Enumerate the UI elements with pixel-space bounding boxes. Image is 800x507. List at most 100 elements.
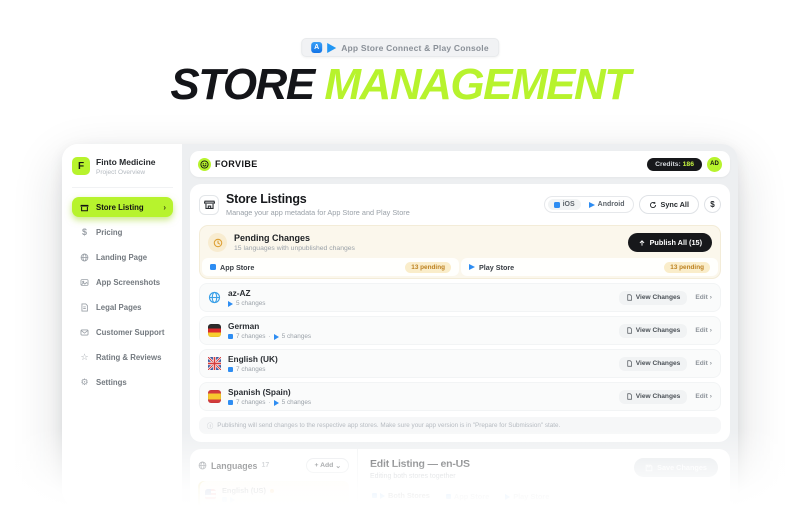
apple-changes: 7 changes xyxy=(236,399,266,406)
app-store-icon xyxy=(372,493,377,498)
sidebar-item-pricing[interactable]: $ Pricing xyxy=(72,222,173,242)
image-icon xyxy=(79,278,90,287)
view-changes-button[interactable]: View Changes xyxy=(619,357,688,371)
language-name: Spanish (Spain) xyxy=(228,387,311,397)
language-name: English (UK) xyxy=(228,354,278,364)
brand[interactable]: FORVIBE xyxy=(198,158,258,171)
sidebar-item-label: Pricing xyxy=(96,228,122,237)
app-store-icon xyxy=(228,334,233,339)
view-changes-label: View Changes xyxy=(636,393,681,400)
google-play-icon xyxy=(469,264,475,270)
tab-both-stores[interactable]: Both Stores xyxy=(372,491,430,507)
publish-all-label: Publish All (15) xyxy=(650,238,702,247)
stores-badge: A App Store Connect & Play Console xyxy=(301,38,499,57)
publishing-note-text: Publishing will send changes to the resp… xyxy=(217,422,560,429)
us-flag-icon xyxy=(205,489,216,500)
edit-link[interactable]: Edit › xyxy=(695,294,712,301)
save-changes-button[interactable]: Save Changes xyxy=(634,458,718,477)
view-changes-button[interactable]: View Changes xyxy=(619,291,688,305)
edit-link[interactable]: Edit › xyxy=(695,393,712,400)
play-changes: 5 changes xyxy=(282,333,312,340)
chevron-right-icon: › xyxy=(163,203,166,212)
unsaved-dot-icon xyxy=(270,489,274,493)
publish-all-button[interactable]: Publish All (15) xyxy=(628,233,712,252)
storefront-icon xyxy=(79,203,90,212)
document-icon xyxy=(626,327,633,334)
page-title: STORE MANAGEMENT xyxy=(0,60,800,110)
sidebar-item-label: App Screenshots xyxy=(96,278,160,287)
panel-subtitle: Manage your app metadata for App Store a… xyxy=(226,208,410,217)
app-store-icon xyxy=(446,494,451,499)
platform-toggle-ios[interactable]: iOS xyxy=(548,199,581,210)
sidebar-item-customer-support[interactable]: Customer Support xyxy=(72,322,173,342)
play-changes: 5 changes xyxy=(236,300,266,307)
pending-changes-card: Pending Changes 15 languages with unpubl… xyxy=(199,225,721,279)
publishing-note: ⓘ Publishing will send changes to the re… xyxy=(199,417,721,434)
gear-icon: ⚙ xyxy=(79,378,90,387)
document-icon xyxy=(79,303,90,312)
chevron-down-icon: ⌄ xyxy=(335,462,341,470)
panel-title: Store Listings xyxy=(226,192,410,206)
sidebar-item-label: Rating & Reviews xyxy=(96,353,161,362)
sidebar-item-settings[interactable]: ⚙ Settings xyxy=(72,372,173,392)
sidebar-item-app-screenshots[interactable]: App Screenshots xyxy=(72,272,173,292)
avatar[interactable]: AD xyxy=(707,157,722,172)
language-row-spanish: Spanish (Spain) 7 changes · 5 changes Vi… xyxy=(199,382,721,411)
sidebar-item-rating-reviews[interactable]: ☆ Rating & Reviews xyxy=(72,347,173,367)
uk-flag-icon xyxy=(208,357,221,370)
platform-android-label: Android xyxy=(598,201,625,208)
app-store-icon xyxy=(222,497,227,502)
refresh-icon xyxy=(649,201,657,209)
project-switcher[interactable]: F Finto Medicine Project Overview xyxy=(72,157,173,176)
currency-button[interactable]: $ xyxy=(704,196,721,213)
apple-changes: 7 changes xyxy=(236,366,266,373)
edit-link[interactable]: Edit › xyxy=(695,360,712,367)
pending-store-appstore: App Store 13 pending xyxy=(202,258,459,276)
google-play-icon xyxy=(228,301,233,307)
view-changes-button[interactable]: View Changes xyxy=(619,390,688,404)
languages-count: 17 xyxy=(261,462,269,469)
google-play-icon xyxy=(274,400,279,406)
brand-name: FORVIBE xyxy=(215,159,258,169)
sidebar-item-store-listing[interactable]: Store Listing › xyxy=(72,197,173,217)
spain-flag-icon xyxy=(208,390,221,403)
pending-count-badge: 13 pending xyxy=(664,262,710,273)
page-title-dark: STORE xyxy=(170,60,313,109)
credits-value: 186 xyxy=(683,161,694,168)
sidebar-item-label: Store Listing xyxy=(96,203,144,212)
languages-title: Languages xyxy=(211,461,257,471)
pending-subtitle: 15 languages with unpublished changes xyxy=(234,245,355,252)
save-icon xyxy=(645,464,653,472)
main-area: FORVIBE Credits: 186 AD Store Listings M… xyxy=(182,144,738,507)
sidebar-item-landing-page[interactable]: Landing Page xyxy=(72,247,173,267)
tab-label: Both Stores xyxy=(388,491,430,500)
project-name: Finto Medicine xyxy=(96,157,156,167)
platform-toggle-android[interactable]: Android xyxy=(583,199,631,210)
platform-toggle: iOS Android xyxy=(544,196,635,213)
language-row-english-uk: English (UK) 7 changes View Changes Edit… xyxy=(199,349,721,378)
platform-ios-label: iOS xyxy=(563,201,575,208)
play-changes: 5 changes xyxy=(282,399,312,406)
add-language-button[interactable]: + Add ⌄ xyxy=(306,458,349,473)
view-changes-button[interactable]: View Changes xyxy=(619,324,688,338)
store-listings-panel: Store Listings Manage your app metadata … xyxy=(190,184,730,442)
sidebar-divider xyxy=(72,187,173,188)
edit-listing-pane: Edit Listing — en-US Editing both stores… xyxy=(358,449,730,507)
tab-play-store[interactable]: Play Store xyxy=(505,491,549,507)
sync-all-button[interactable]: Sync All xyxy=(639,195,699,214)
language-item-en-us[interactable]: English (US) xyxy=(198,481,349,507)
tab-label: Play Store xyxy=(513,492,549,501)
sidebar-item-legal-pages[interactable]: Legal Pages xyxy=(72,297,173,317)
google-play-icon xyxy=(505,494,510,500)
language-row-az: az-AZ 5 changes View Changes Edit › xyxy=(199,283,721,312)
topbar: FORVIBE Credits: 186 AD xyxy=(190,151,730,177)
sidebar-item-label: Landing Page xyxy=(96,253,147,262)
separator: · xyxy=(269,333,271,340)
storefront-header-icon xyxy=(199,195,219,215)
editor-panel: Languages 17 + Add ⌄ English (US) xyxy=(190,449,730,507)
tab-app-store[interactable]: App Store xyxy=(446,491,489,507)
sidebar: F Finto Medicine Project Overview Store … xyxy=(62,144,182,507)
globe-icon xyxy=(79,253,90,262)
add-label: + Add xyxy=(314,462,333,469)
edit-link[interactable]: Edit › xyxy=(695,327,712,334)
